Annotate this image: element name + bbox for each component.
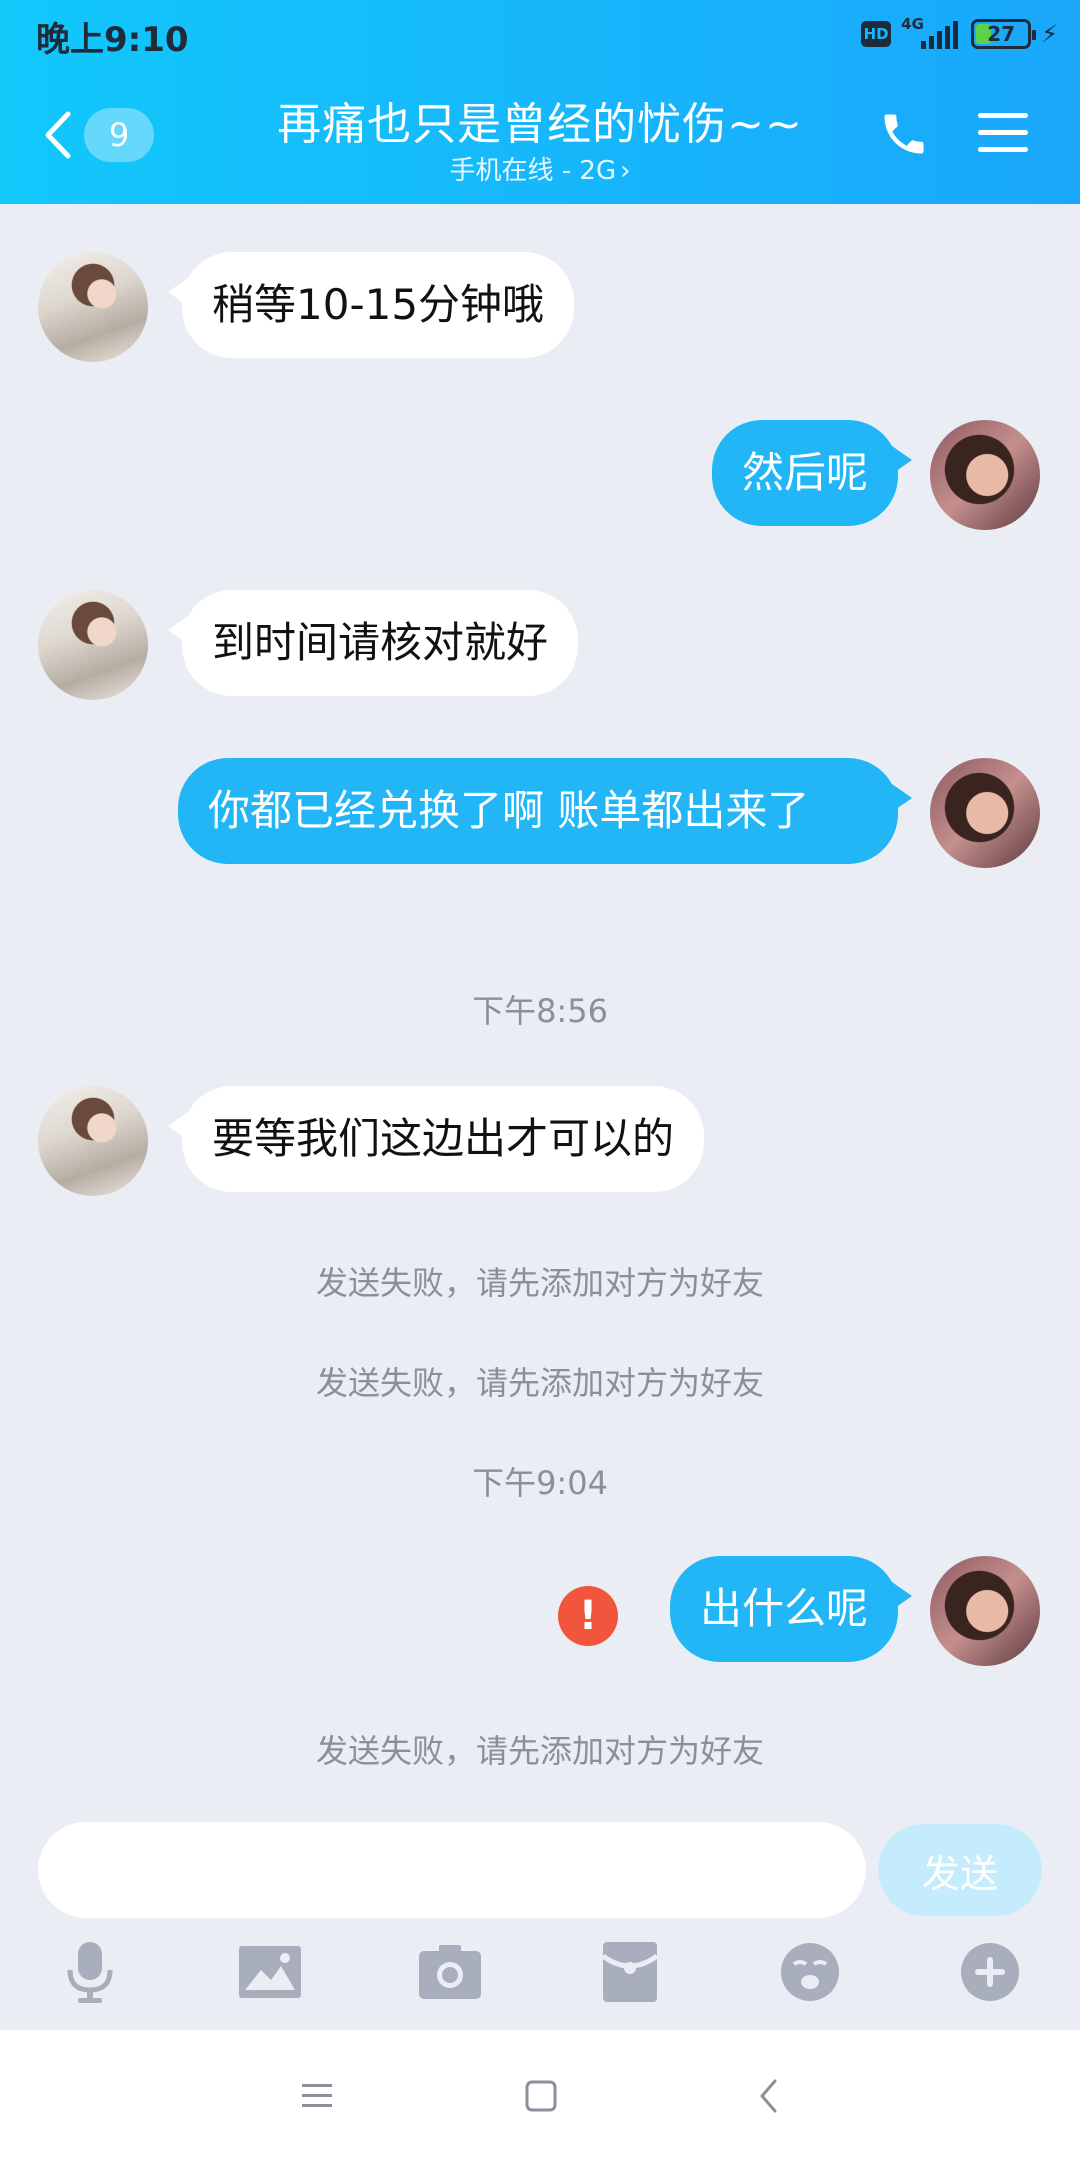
- send-button[interactable]: 发送: [878, 1824, 1042, 1916]
- outgoing-message[interactable]: 出什么呢: [669, 1556, 913, 1662]
- message-timestamp: 下午9:04: [472, 1464, 608, 1502]
- signal-icon: 4G: [901, 17, 961, 51]
- my-avatar[interactable]: [930, 420, 1040, 530]
- camera-icon[interactable]: [418, 1940, 482, 2004]
- phone-icon[interactable]: [878, 108, 930, 160]
- system-navigation-bar: [0, 2030, 1080, 2160]
- chat-header: 晚上9:10 HD 4G 27 ⚡ 9 再痛也只是曾经的忧伤~~ 手机在线 - …: [0, 0, 1080, 204]
- outgoing-message[interactable]: 然后呢: [711, 420, 913, 526]
- send-failed-notice: 发送失败，请先添加对方为好友: [315, 1364, 764, 1402]
- my-avatar[interactable]: [930, 758, 1040, 868]
- send-failed-notice: 发送失败，请先添加对方为好友: [315, 1732, 764, 1770]
- status-time: 晚上9:10: [36, 20, 189, 60]
- microphone-icon[interactable]: [58, 1940, 122, 2004]
- status-bar: 晚上9:10 HD 4G 27 ⚡: [0, 0, 1080, 66]
- contact-avatar[interactable]: [38, 590, 148, 700]
- message-input[interactable]: [38, 1822, 866, 1918]
- send-failed-notice: 发送失败，请先添加对方为好友: [315, 1264, 764, 1302]
- status-icons: HD 4G 27 ⚡: [861, 14, 1058, 54]
- home-icon[interactable]: [516, 2074, 566, 2118]
- emoji-icon[interactable]: [778, 1940, 842, 2004]
- hd-icon: HD: [861, 21, 892, 47]
- image-icon[interactable]: [238, 1940, 302, 2004]
- outgoing-message[interactable]: 你都已经兑换了啊 账单都出来了: [178, 758, 912, 864]
- message-timestamp: 下午8:56: [472, 992, 608, 1030]
- contact-avatar[interactable]: [38, 1086, 148, 1196]
- online-status: 手机在线 - 2G: [449, 156, 617, 186]
- incoming-message[interactable]: 稍等10-15分钟哦: [167, 252, 575, 358]
- recent-apps-icon[interactable]: [292, 2074, 342, 2118]
- contact-avatar[interactable]: [38, 252, 148, 362]
- battery-icon: 27: [971, 19, 1037, 49]
- send-failed-icon[interactable]: !: [558, 1586, 618, 1646]
- plus-icon[interactable]: [958, 1940, 1022, 2004]
- incoming-message[interactable]: 到时间请核对就好: [167, 590, 579, 696]
- input-toolbar: [0, 1940, 1080, 2020]
- incoming-message[interactable]: 要等我们这边出才可以的: [167, 1086, 705, 1192]
- chevron-right-icon: ›: [620, 156, 631, 186]
- my-avatar[interactable]: [930, 1556, 1040, 1666]
- back-nav-icon[interactable]: [744, 2074, 794, 2118]
- battery-level: 27: [987, 22, 1016, 46]
- charging-icon: ⚡: [1041, 20, 1058, 48]
- menu-icon[interactable]: [978, 110, 1028, 156]
- red-packet-icon[interactable]: [598, 1940, 662, 2004]
